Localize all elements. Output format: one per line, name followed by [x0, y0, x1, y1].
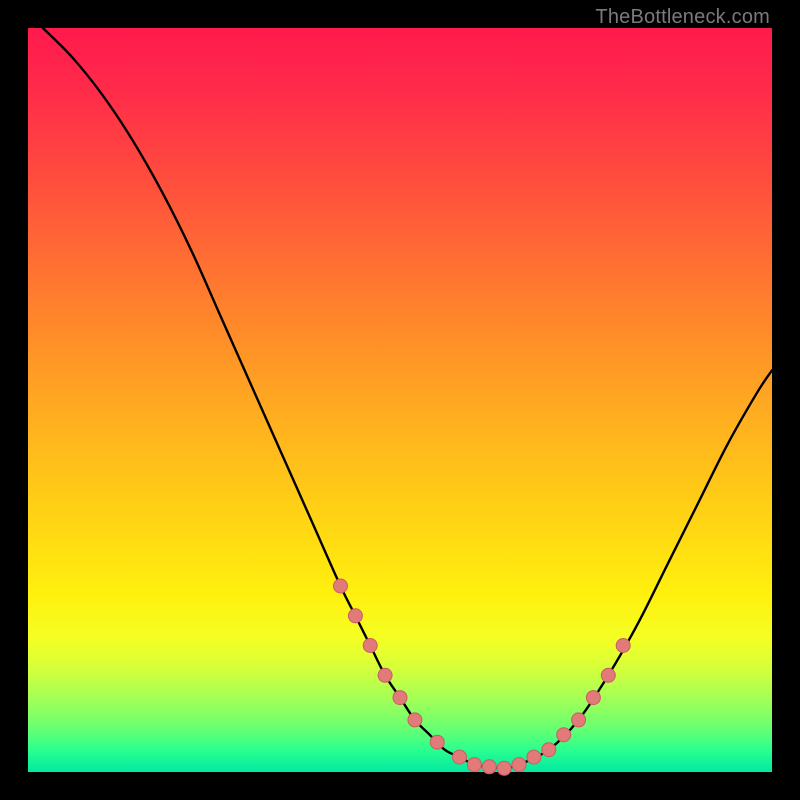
- bottleneck-curve-line: [43, 28, 772, 768]
- bottleneck-marker: [572, 713, 586, 727]
- bottleneck-markers-group: [334, 579, 631, 775]
- bottleneck-marker: [453, 750, 467, 764]
- bottleneck-marker: [586, 691, 600, 705]
- bottleneck-curve-svg: [28, 28, 772, 772]
- bottleneck-marker: [334, 579, 348, 593]
- bottleneck-marker: [616, 639, 630, 653]
- chart-stage: TheBottleneck.com: [0, 0, 800, 800]
- bottleneck-marker: [557, 728, 571, 742]
- bottleneck-marker: [378, 668, 392, 682]
- bottleneck-marker: [601, 668, 615, 682]
- bottleneck-marker: [363, 639, 377, 653]
- bottleneck-marker: [527, 750, 541, 764]
- bottleneck-marker: [512, 758, 526, 772]
- bottleneck-marker: [408, 713, 422, 727]
- bottleneck-marker: [393, 691, 407, 705]
- bottleneck-marker: [348, 609, 362, 623]
- watermark-text: TheBottleneck.com: [595, 6, 770, 29]
- bottleneck-marker: [467, 758, 481, 772]
- bottleneck-marker: [482, 760, 496, 774]
- bottleneck-marker: [542, 743, 556, 757]
- bottleneck-marker: [497, 761, 511, 775]
- bottleneck-marker: [430, 735, 444, 749]
